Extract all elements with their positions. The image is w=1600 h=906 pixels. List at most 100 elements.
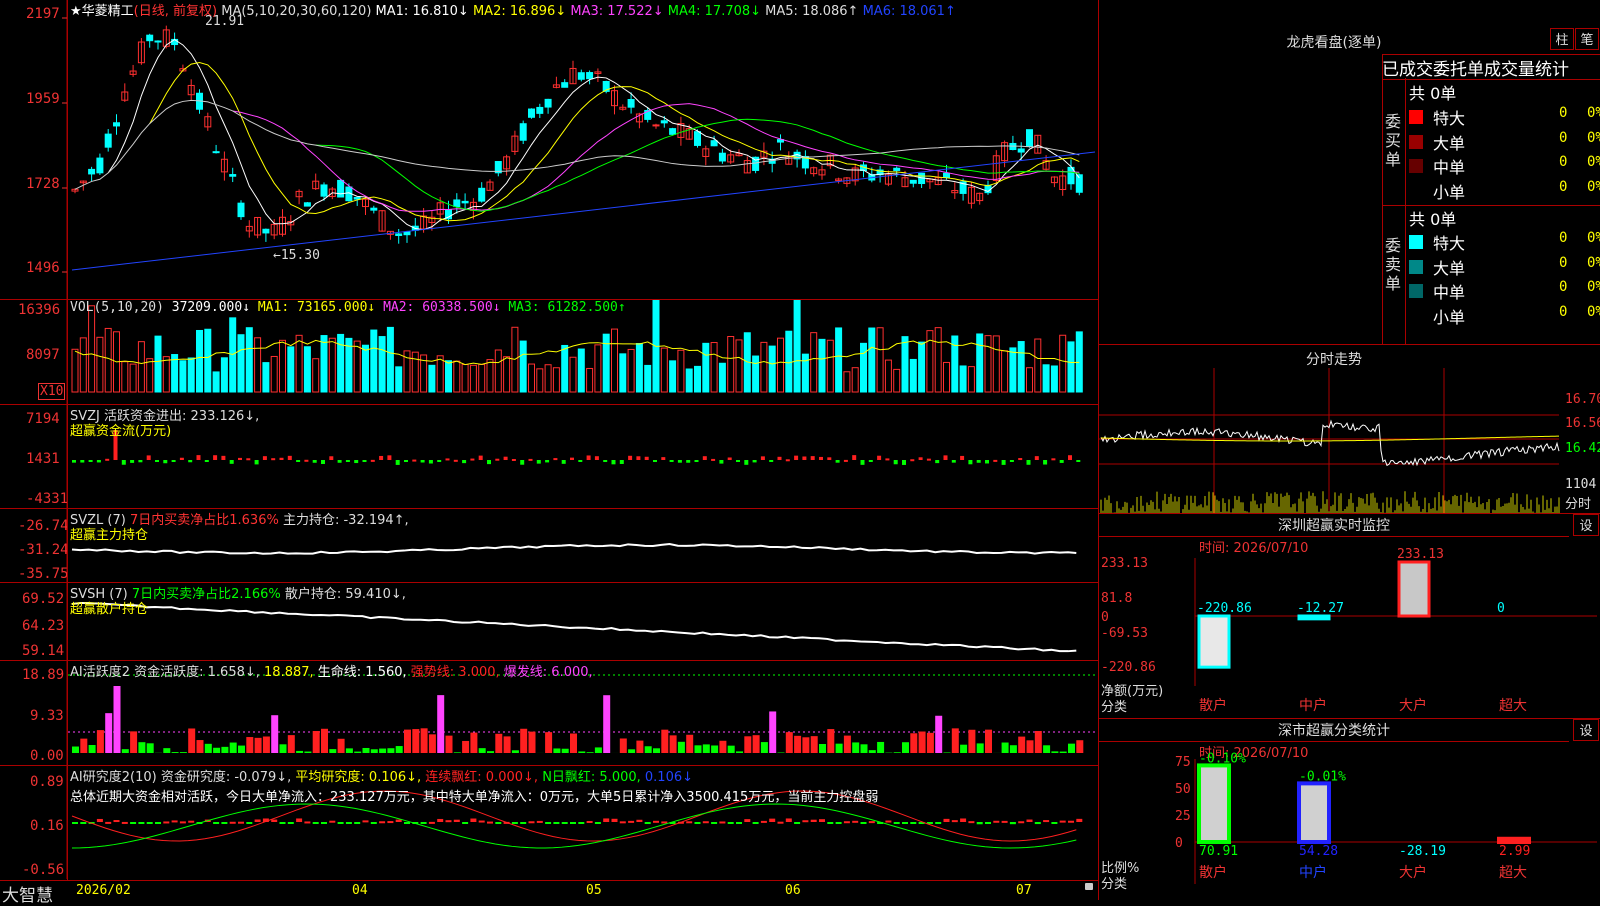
- flow-bar: [794, 456, 798, 460]
- buy-swatch: [1409, 184, 1423, 198]
- bar-mode-button[interactable]: 柱: [1550, 28, 1574, 50]
- buy-value: 0: [1559, 179, 1567, 195]
- svzl-pane[interactable]: SVZL (7) 7日内买卖净占比1.636% 主力持仓: -32.194↑, …: [0, 509, 1098, 583]
- volume-bar: [711, 343, 717, 392]
- svzj-pane[interactable]: SVZJ 活跃资金进出: 233.126↓, 超赢资金流(万元) 7194 14…: [0, 405, 1098, 509]
- volume-bar: [960, 366, 966, 392]
- flow-bar: [313, 460, 317, 463]
- volume-bar: [97, 337, 103, 392]
- date-label-jul: 07: [1016, 883, 1032, 898]
- research-bar: [778, 822, 784, 824]
- volume-bar: [603, 334, 609, 392]
- dragon-tab-header[interactable]: 已成交委托单成交量统计: [1382, 54, 1600, 80]
- flow-bar: [321, 460, 325, 464]
- flow-bar: [396, 460, 400, 465]
- activity-bar: [703, 744, 710, 753]
- buy-value: 0: [1559, 130, 1567, 146]
- activity-bar: [695, 745, 702, 753]
- activity-bar: [271, 715, 278, 753]
- flow-bar: [296, 460, 300, 462]
- svsh-ratio: 7日内买卖净占比2.166%: [132, 587, 281, 602]
- volume-bar: [321, 336, 327, 392]
- tick-mode-button[interactable]: 笔: [1575, 28, 1599, 50]
- activity-bar: [661, 730, 668, 753]
- stats-chart[interactable]: 7550250-0.10%70.91散户-0.01%54.28中户-28.19大…: [1099, 719, 1600, 900]
- flow-bar: [138, 460, 142, 462]
- volume-bar: [628, 349, 634, 392]
- sell-row: 中单00%: [1409, 279, 1600, 304]
- research-bar: [354, 822, 360, 824]
- research-bar: [363, 820, 369, 822]
- monitor-chart[interactable]: 233.1381.80-69.53-220.86-220.86散户-12.27中…: [1099, 514, 1600, 718]
- vol-legend-item-4: MA3: 61282.500↑: [508, 300, 625, 315]
- flow-bar: [620, 460, 624, 464]
- lock-icon[interactable]: [1085, 883, 1093, 890]
- volume-bar: [1018, 342, 1024, 392]
- volume-bar: [246, 328, 252, 392]
- activity-bar: [1035, 731, 1042, 753]
- intraday-price-3: 16.42: [1565, 441, 1600, 456]
- activity-bar: [529, 732, 536, 753]
- activity-bar: [603, 695, 610, 753]
- research-bar: [1060, 821, 1066, 823]
- ma-legend-item-3: MA3: 17.522↓: [570, 4, 667, 19]
- activity-bar: [645, 746, 652, 753]
- monitor-value-label: -220.86: [1197, 601, 1252, 616]
- ma5-line: [108, 40, 1079, 230]
- flow-bar: [89, 460, 93, 462]
- monitor-panel[interactable]: 深圳超赢实时监控 设 时间: 2026/07/10 233.1381.80-69…: [1099, 514, 1600, 718]
- ai-research-pane[interactable]: AI研究度2(10) 资金研究度: -0.079↓, 平均研究度: 0.106↓…: [0, 766, 1098, 879]
- candlestick-chart[interactable]: [0, 0, 1098, 299]
- candle-body: [529, 109, 535, 117]
- stats-y-tick: 0: [1175, 836, 1183, 851]
- flow-bar: [495, 459, 499, 461]
- sell-side-label: 委卖单: [1385, 236, 1403, 293]
- activity-bar: [670, 735, 677, 753]
- flow-bar: [130, 460, 134, 463]
- flow-bar: [877, 456, 881, 460]
- intraday-chart[interactable]: [1099, 368, 1600, 513]
- monitor-y-tick: 81.8: [1101, 591, 1132, 606]
- ai-activity-pane[interactable]: AI活跃度2 资金活跃度: 1.658↓, 18.887, 生命线: 1.560…: [0, 661, 1098, 766]
- candle-body: [238, 203, 244, 216]
- activity-bar: [504, 736, 511, 753]
- sell-value: 0: [1559, 304, 1567, 320]
- research-bar: [1035, 822, 1041, 824]
- stats-top-label: -0.01%: [1299, 769, 1346, 784]
- research-bar: [288, 822, 294, 824]
- volume-pane[interactable]: VOL(5,10,20) 37209.000↓ MA1: 73165.000↓ …: [0, 300, 1098, 405]
- candle-body: [230, 175, 236, 177]
- research-bar: [529, 821, 535, 823]
- stats-panel[interactable]: 深市超赢分类统计 设 时间: 2026/07/10 7550250-0.10%7…: [1099, 719, 1600, 900]
- activity-bar: [968, 730, 975, 753]
- flow-bar: [1051, 458, 1055, 460]
- main-kline-pane[interactable]: ★华菱精工(日线, 前复权) MA(5,10,20,30,60,120) MA1…: [0, 0, 1098, 300]
- buy-value: 0: [1559, 105, 1567, 121]
- volume-bar: [180, 361, 186, 392]
- activity-bar: [246, 737, 253, 753]
- research-bar: [396, 820, 402, 822]
- volume-bar: [1002, 351, 1008, 392]
- activity-bar: [354, 752, 361, 753]
- buy-name: 小单: [1433, 179, 1465, 203]
- candle-body: [944, 173, 950, 177]
- ai1-tick-2: 9.33: [30, 708, 64, 724]
- activity-bar: [412, 729, 419, 753]
- svsh-pane[interactable]: SVSH (7) 7日内买卖净占比2.166% 散户持仓: 59.410↓, 超…: [0, 583, 1098, 661]
- intraday-panel[interactable]: 分时走势 16.70 16.56 16.42 1104 分时: [1099, 345, 1600, 513]
- research-bar: [620, 821, 626, 823]
- flow-bar: [479, 456, 483, 460]
- volume-bar: [197, 330, 203, 392]
- activity-bar: [495, 734, 502, 753]
- research-bar: [479, 821, 485, 823]
- activity-bar: [1027, 740, 1034, 753]
- activity-bar: [89, 745, 96, 753]
- activity-bar: [462, 741, 469, 753]
- volume-chart[interactable]: [0, 300, 1098, 404]
- date-label-may: 05: [586, 883, 602, 898]
- y-tick-1728: 1728: [26, 176, 60, 192]
- ai1-tick-3: 0.00: [30, 748, 64, 764]
- buy-pct: 0%: [1587, 130, 1600, 146]
- activity-bar: [446, 736, 453, 753]
- activity-bar: [371, 749, 378, 753]
